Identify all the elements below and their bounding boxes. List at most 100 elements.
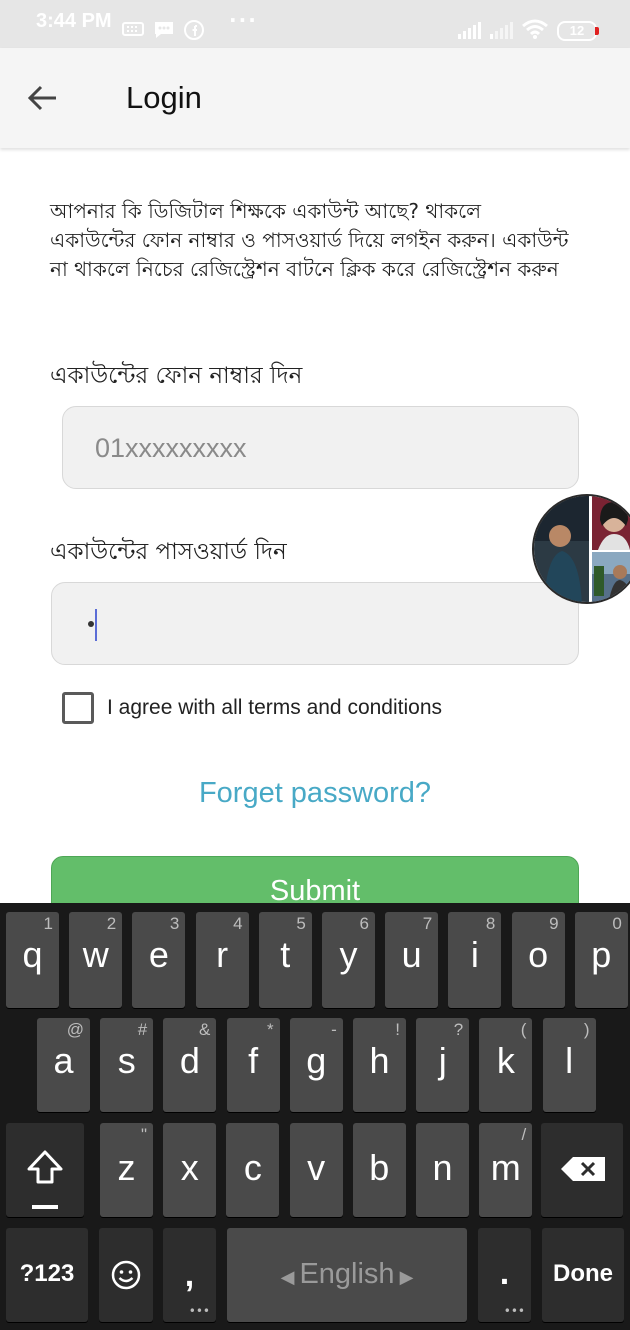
key-hint: - [331, 1020, 337, 1039]
key-y[interactable]: 6y [322, 912, 375, 1008]
key-z[interactable]: " z [100, 1123, 153, 1217]
key-v[interactable]: v [289, 1123, 343, 1217]
key-hint: / [521, 1125, 527, 1144]
backspace-icon [561, 1157, 605, 1181]
key-label: m [490, 1147, 521, 1188]
shift-key[interactable] [6, 1123, 84, 1217]
password-input[interactable] [51, 582, 579, 665]
comma-more-icon: ••• [188, 1304, 210, 1318]
key-hint: 9 [549, 914, 559, 933]
key-n[interactable]: n [416, 1123, 469, 1217]
terms-label[interactable]: I agree with all terms and conditions [107, 696, 442, 720]
key-l[interactable]: ) l [542, 1018, 596, 1112]
space-key[interactable]: ◀ English ▶ [227, 1228, 467, 1322]
key-f[interactable]: * f [226, 1018, 280, 1112]
key-hint: ( [520, 1020, 527, 1039]
key-hint: 5 [296, 914, 306, 933]
key-hint: 6 [359, 914, 369, 933]
emoji-key[interactable] [99, 1228, 153, 1322]
period-key[interactable]: . ••• [478, 1228, 531, 1322]
symbols-key[interactable]: ?123 [6, 1228, 88, 1322]
key-o[interactable]: 9o [511, 912, 565, 1008]
key-g[interactable]: -g [289, 1018, 343, 1112]
phone-label: একাউন্টের ফোন নাম্বার দিন [50, 363, 303, 389]
key-label: e [148, 934, 169, 975]
key-label: o [528, 934, 549, 975]
text-cursor [95, 609, 97, 641]
key-hint: " [140, 1125, 147, 1144]
key-e[interactable]: 3e [132, 912, 186, 1008]
space-key-lang: ◀ English ▶ [227, 1258, 467, 1291]
status-time: 3:44 PM [36, 10, 112, 32]
key-label: z [117, 1147, 136, 1188]
symbols-key-label: ?123 [19, 1260, 75, 1287]
key-w[interactable]: 2w [69, 912, 123, 1008]
key-q[interactable]: 1q [6, 912, 59, 1008]
key-hint: ? [453, 1020, 464, 1039]
soft-keyboard: 1q2w3e4r5t6y7u8i9o0p @ a # s & d * f - g! h? j(k) l … [0, 903, 630, 1330]
key-label: r [216, 934, 229, 975]
key-label: d [179, 1040, 200, 1081]
key-label: p [591, 934, 612, 975]
password-label: একাউন্টের পাসওয়ার্ড দিন [50, 539, 287, 565]
done-key[interactable]: Done [542, 1228, 624, 1322]
key-h[interactable]: ! h [353, 1018, 406, 1112]
key-label: l [565, 1040, 574, 1081]
backspace-key[interactable] [541, 1123, 623, 1217]
signal-strength-icon [458, 22, 481, 39]
key-label: k [496, 1040, 515, 1081]
facebook-notification-icon [184, 20, 204, 40]
key-hint: & [199, 1020, 211, 1039]
avatar-collage [534, 496, 630, 602]
battery-icon: 12 [557, 21, 597, 41]
key-label: v [307, 1147, 326, 1188]
key-label: c [243, 1147, 262, 1188]
space-key-label: English [299, 1258, 395, 1290]
key-hint: 1 [43, 914, 53, 933]
key-hint: ) [583, 1020, 590, 1039]
comma-key[interactable]: , ••• [163, 1228, 216, 1322]
done-key-label: Done [553, 1260, 613, 1287]
arrow-left-icon[interactable] [22, 78, 62, 118]
status-bar: 3:44 PM ··· 12 [0, 0, 630, 48]
wifi-icon [522, 19, 548, 39]
key-d[interactable]: & d [163, 1018, 217, 1112]
phone-input[interactable]: 01xxxxxxxxx [62, 406, 579, 489]
key-i[interactable]: 8i [448, 912, 502, 1008]
key-m[interactable]: / m [479, 1123, 533, 1217]
key-hint: 0 [612, 914, 622, 933]
key-hint: # [137, 1020, 148, 1039]
key-p[interactable]: 0p [574, 912, 628, 1008]
messenger-notification-icon [155, 22, 173, 38]
smiley-icon [111, 1260, 141, 1290]
key-j[interactable]: ? j [416, 1018, 470, 1112]
key-c[interactable]: c [226, 1123, 280, 1217]
key-label: u [401, 934, 422, 975]
key-label: j [438, 1040, 447, 1081]
key-label: q [22, 934, 43, 975]
key-hint: 8 [485, 914, 496, 933]
key-label: s [117, 1040, 136, 1081]
key-u[interactable]: 7u [385, 912, 439, 1008]
key-label: f [248, 1040, 259, 1081]
terms-checkbox[interactable] [62, 692, 94, 724]
key-hint: @ [66, 1020, 84, 1039]
shift-lock-indicator [32, 1205, 58, 1209]
key-label: h [369, 1040, 390, 1081]
comma-key-label: , [184, 1256, 195, 1294]
key-hint: 7 [422, 914, 433, 933]
lang-right-icon: ▶ [394, 1267, 414, 1287]
key-a[interactable]: @ a [37, 1018, 90, 1112]
key-hint: 2 [106, 914, 117, 933]
password-dot [88, 621, 94, 627]
key-label: y [339, 934, 358, 975]
key-hint: * [266, 1020, 274, 1039]
forget-password-link[interactable]: Forget password? [0, 777, 630, 810]
key-k[interactable]: (k [479, 1018, 533, 1112]
key-r[interactable]: 4r [195, 912, 249, 1008]
key-s[interactable]: # s [100, 1018, 154, 1112]
key-t[interactable]: 5t [258, 912, 312, 1008]
key-x[interactable]: x [163, 1123, 217, 1217]
intro-text: আপনার কি ডিজিটাল শিক্ষকে একাউন্ট আছে? থা… [50, 199, 569, 281]
key-b[interactable]: b [352, 1123, 406, 1217]
